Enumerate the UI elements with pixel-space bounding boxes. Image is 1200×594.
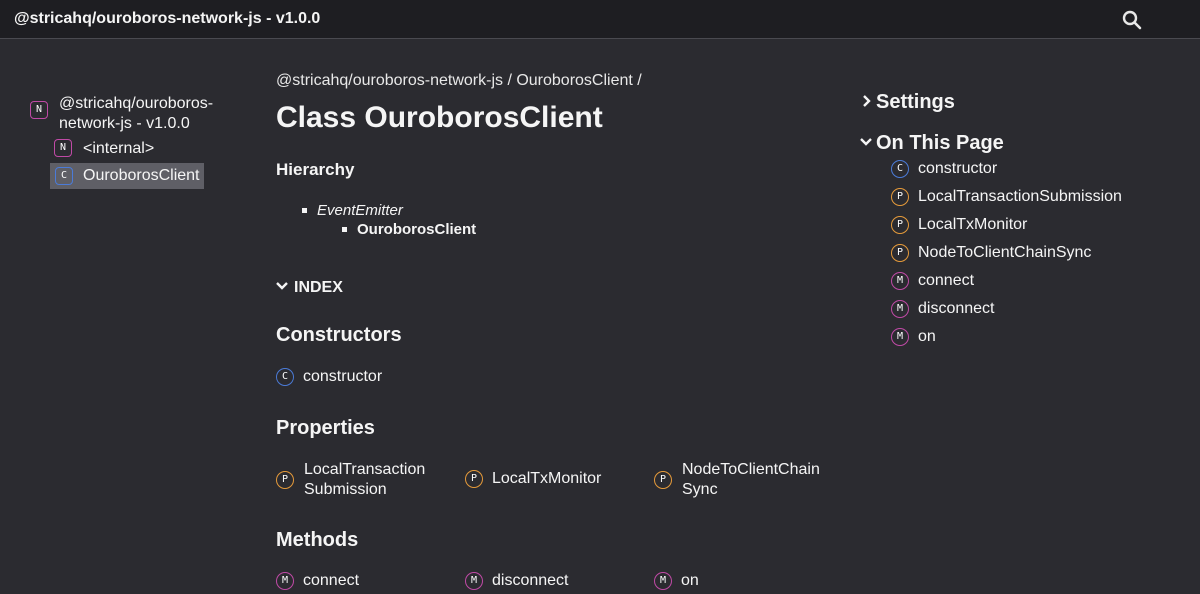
member-label: constructor — [303, 368, 383, 386]
toc-item-label: LocalTxMonitor — [918, 216, 1028, 234]
property-icon: P — [465, 470, 483, 488]
toc-item-nodetoclientchainsync[interactable]: P NodeToClientChainSync — [891, 244, 1091, 262]
namespace-icon: N — [30, 101, 48, 119]
property-icon: P — [891, 216, 909, 234]
sidebar-item-ouroborosclient[interactable]: C OuroborosClient — [50, 163, 204, 189]
member-label: LocalTxMonitor — [492, 470, 602, 488]
hierarchy-parent-label: EventEmitter — [317, 202, 403, 219]
toc-item-on[interactable]: Mon — [891, 328, 936, 346]
on-this-page-toggle[interactable]: On This Page — [860, 132, 1004, 155]
toc-item-label: constructor — [918, 160, 998, 178]
hierarchy-heading: Hierarchy — [276, 160, 355, 179]
member-label: NodeToClientChain Sync — [682, 460, 820, 500]
toc-item-label: connect — [918, 272, 975, 290]
toc-item-label: disconnect — [918, 300, 995, 318]
bullet — [302, 207, 307, 213]
toc-item-constructor[interactable]: Cconstructor — [891, 160, 997, 178]
member-label: LocalTransaction Submission — [304, 460, 425, 500]
toc-item-connect[interactable]: Mconnect — [891, 272, 974, 290]
sidebar-item-label: <internal> — [83, 140, 155, 157]
hierarchy-child-label: OuroborosClient — [357, 221, 477, 238]
toc-item-localtxmonitor[interactable]: P LocalTxMonitor — [891, 216, 1027, 234]
settings-label: Settings — [876, 91, 955, 113]
method-icon: M — [891, 272, 909, 290]
bullet — [342, 226, 347, 232]
on-this-page-label: On This Page — [876, 132, 1004, 154]
toc-item-label: LocalTransactionSubmission — [918, 188, 1122, 206]
toc-item-disconnect[interactable]: Mdisconnect — [891, 300, 995, 318]
method-icon: M — [276, 572, 294, 590]
property-icon: P — [276, 471, 294, 489]
site-title[interactable]: @stricahq/ouroboros-network-js - v1.0.0 — [14, 10, 320, 28]
property-icon: P — [891, 188, 909, 206]
hierarchy-parent: EventEmitter — [302, 202, 403, 219]
toc-item-label: on — [918, 328, 936, 346]
method-icon: M — [891, 328, 909, 346]
page-title: Class OuroborosClient — [276, 101, 603, 134]
namespace-icon: N — [54, 139, 72, 157]
class-icon: C — [55, 167, 73, 185]
top-bar: @stricahq/ouroboros-network-js - v1.0.0 — [0, 0, 1200, 39]
member-connect[interactable]: Mconnect — [276, 572, 359, 590]
methods-heading: Methods — [276, 529, 359, 551]
member-label-line1: NodeToClientChain — [682, 461, 820, 478]
breadcrumb[interactable]: @stricahq/ouroboros-network-js / Ourobor… — [276, 72, 642, 90]
chevron-down-icon — [860, 137, 872, 146]
settings-toggle[interactable]: Settings — [862, 91, 955, 114]
search-icon[interactable] — [1121, 9, 1143, 31]
constructors-heading: Constructors — [276, 324, 402, 346]
sidebar-item-label: OuroborosClient — [83, 167, 200, 184]
method-icon: M — [654, 572, 672, 590]
member-label-line2: Submission — [304, 481, 387, 498]
member-label-line2: Sync — [682, 481, 718, 498]
member-disconnect[interactable]: Mdisconnect — [465, 572, 569, 590]
member-label-line1: LocalTransaction — [304, 461, 426, 478]
chevron-right-icon — [863, 94, 871, 107]
toc-item-localtransactionsubmission[interactable]: P LocalTransactionSubmission — [891, 188, 1122, 206]
member-label: disconnect — [492, 572, 569, 590]
member-label: on — [681, 572, 699, 590]
member-label: connect — [303, 572, 360, 590]
hierarchy-child: OuroborosClient — [342, 221, 476, 238]
toc-item-label: NodeToClientChainSync — [918, 244, 1092, 262]
constructor-icon: C — [891, 160, 909, 178]
property-icon: P — [654, 471, 672, 489]
member-on[interactable]: Mon — [654, 572, 699, 590]
index-label: INDEX — [294, 279, 343, 296]
method-icon: M — [465, 572, 483, 590]
properties-heading: Properties — [276, 417, 375, 439]
constructor-icon: C — [276, 368, 294, 386]
index-toggle[interactable]: INDEX — [276, 279, 343, 297]
sidebar-item-label: @stricahq/ouroboros-network-js - v1.0.0 — [59, 95, 214, 132]
property-icon: P — [891, 244, 909, 262]
method-icon: M — [891, 300, 909, 318]
member-localtxmonitor[interactable]: P LocalTxMonitor — [465, 470, 601, 488]
chevron-down-icon — [276, 281, 288, 290]
member-constructor[interactable]: Cconstructor — [276, 368, 382, 386]
